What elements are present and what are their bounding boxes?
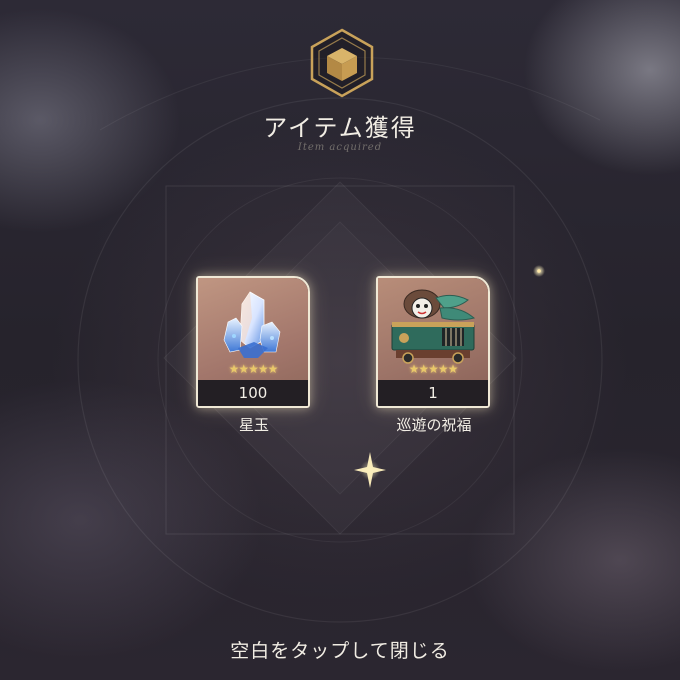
rarity-stars: ★★★★★ <box>408 362 459 376</box>
item-count: 100 <box>198 380 308 406</box>
rarity-stars: ★★★★★ <box>228 362 279 376</box>
item-name: 星玉 <box>238 416 269 434</box>
sparkle-glow <box>360 460 380 480</box>
glow-dot-core <box>537 269 541 273</box>
close-hint[interactable]: 空白をタップして閉じる <box>0 636 680 663</box>
item-card-star-jade[interactable]: ★★★★★ 100 <box>196 276 310 408</box>
parade-float-icon <box>391 289 476 364</box>
item-count: 1 <box>378 380 488 406</box>
box-icon <box>310 28 374 98</box>
background-decoration <box>77 57 603 623</box>
dialog-title: アイテム獲得 <box>263 114 417 142</box>
item-card-parade-blessing[interactable]: ★★★★★ 1 <box>376 276 490 408</box>
item-name: 巡遊の祝福 <box>396 416 472 434</box>
reward-screen[interactable]: { "dialog": { "title": "アイテム獲得", "subtit… <box>0 0 680 680</box>
dialog-subtitle: Item acquired <box>297 142 383 153</box>
crystal-icon <box>223 291 281 358</box>
